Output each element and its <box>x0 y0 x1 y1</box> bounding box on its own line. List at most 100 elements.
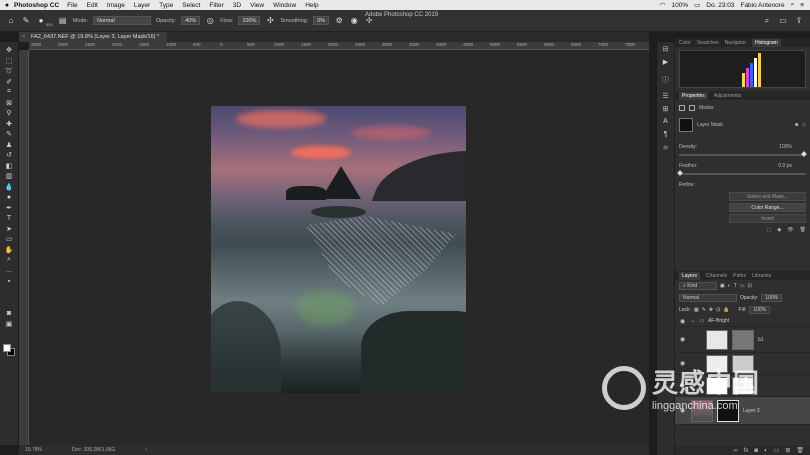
clone-stamp-tool-icon[interactable]: ♟ <box>3 140 15 151</box>
tab-layers[interactable]: Layers <box>679 271 701 280</box>
layer-mask-thumbnail[interactable] <box>717 399 739 422</box>
crop-tool-icon[interactable]: ⌗ <box>3 87 15 98</box>
feather-slider[interactable] <box>677 170 806 176</box>
pen-tool-icon[interactable]: ✒ <box>3 203 15 214</box>
tab-navigator[interactable]: Navigator <box>725 40 746 46</box>
density-value[interactable]: 100% <box>779 144 792 150</box>
hand-tool-icon[interactable]: ✋ <box>3 245 15 256</box>
adjustment-filter-icon[interactable]: ◐ <box>728 283 731 289</box>
load-selection-icon[interactable]: ⬚ <box>767 227 772 233</box>
layer-mask-thumbnail[interactable] <box>732 354 754 373</box>
opacity-field[interactable]: 40% <box>181 16 201 25</box>
canvas-area[interactable] <box>29 50 649 445</box>
lasso-tool-icon[interactable]: ➰ <box>3 66 15 77</box>
layer-name[interactable]: b1 <box>758 337 764 343</box>
menu-file[interactable]: File <box>67 2 77 9</box>
path-select-tool-icon[interactable]: ➤ <box>3 224 15 235</box>
pixel-filter-icon[interactable]: ▣ <box>720 283 725 289</box>
menu-type[interactable]: Type <box>159 2 173 9</box>
brush-tool-icon[interactable]: ✎ <box>21 16 31 26</box>
layer-opacity-field[interactable]: 100% <box>761 294 783 302</box>
frame-tool-icon[interactable]: ⊠ <box>3 98 15 109</box>
visibility-eye-icon[interactable]: ◉ <box>680 407 687 414</box>
eraser-tool-icon[interactable]: ◧ <box>3 161 15 172</box>
flow-field[interactable]: 100% <box>238 16 261 25</box>
share-icon[interactable]: ⇪ <box>794 16 804 26</box>
zoom-level[interactable]: 19.78% <box>25 447 42 453</box>
menu-filter[interactable]: Filter <box>209 2 223 9</box>
apple-menu-icon[interactable]: ● <box>0 2 14 9</box>
smoothing-settings-icon[interactable]: ⚙ <box>334 16 344 26</box>
pixel-mask-icon[interactable] <box>679 105 685 111</box>
chevron-down-icon[interactable]: ⌄ <box>691 318 695 324</box>
screen-mode-icon[interactable]: ▣ <box>3 319 15 330</box>
link-icon[interactable]: ∞ <box>733 448 737 454</box>
feather-slider-knob[interactable] <box>677 170 683 176</box>
select-mask-icon[interactable]: ◙ <box>795 122 798 128</box>
tab-swatches[interactable]: Swatches <box>697 40 719 46</box>
menu-view[interactable]: View <box>250 2 264 9</box>
character-icon[interactable]: A <box>663 118 668 128</box>
menu-image[interactable]: Image <box>107 2 125 9</box>
smart-filter-icon[interactable]: ⊡ <box>748 283 752 289</box>
tab-libraries[interactable]: Libraries <box>752 273 771 279</box>
fx-icon[interactable]: fx <box>744 448 749 454</box>
visibility-eye-icon[interactable]: ◉ <box>680 336 687 343</box>
lock-artboard-icon[interactable]: ⊡ <box>716 307 720 313</box>
pressure-opacity-icon[interactable]: ◎ <box>205 16 215 26</box>
document-tab[interactable]: × FA2_6437.NEF @ 19.8% (Layer 3, Layer M… <box>19 32 168 42</box>
marquee-tool-icon[interactable]: ⬚ <box>3 56 15 67</box>
app-name-menu[interactable]: Photoshop CC <box>14 2 59 9</box>
mode-select[interactable]: Normal <box>92 16 151 25</box>
history-icon[interactable]: ⊟ <box>663 45 669 55</box>
type-filter-icon[interactable]: T <box>734 283 737 289</box>
layer-name[interactable]: Layer 3 <box>743 408 760 414</box>
brush-tool-icon[interactable]: ✎ <box>3 129 15 140</box>
menu-list-icon[interactable]: ≡ <box>800 2 804 9</box>
visibility-eye-icon[interactable]: ◉ <box>680 318 687 325</box>
eyedropper-tool-icon[interactable]: ⚲ <box>3 108 15 119</box>
layer-mask-thumbnail[interactable] <box>732 376 754 395</box>
select-and-mask-button[interactable]: Select and Mask... <box>729 192 806 201</box>
doc-size[interactable]: Doc: 206.2M/1.06G <box>72 447 115 453</box>
menu-window[interactable]: Window <box>273 2 296 9</box>
layer-row[interactable]: ◉ b1 <box>675 327 810 353</box>
lock-pixels-icon[interactable]: ▦ <box>694 307 699 313</box>
add-vector-mask-icon[interactable]: ◇ <box>802 122 806 128</box>
blend-mode-select[interactable]: Normal <box>679 294 737 302</box>
invert-button[interactable]: Invert <box>729 214 806 223</box>
type-tool-icon[interactable]: T <box>3 213 15 224</box>
layer-mask-thumbnail[interactable] <box>732 329 754 350</box>
vector-mask-icon[interactable] <box>689 105 695 111</box>
gradient-tool-icon[interactable]: ▥ <box>3 171 15 182</box>
info-icon[interactable]: ⓘ <box>662 75 669 85</box>
tab-paths[interactable]: Paths <box>733 273 746 279</box>
menu-3d[interactable]: 3D <box>233 2 241 9</box>
layer-row-selected[interactable]: ◉ Layer 3 <box>675 397 810 425</box>
brush-preset-icon[interactable]: ● <box>36 16 46 26</box>
menu-select[interactable]: Select <box>182 2 200 9</box>
new-layer-icon[interactable]: ⊞ <box>785 447 790 454</box>
feather-value[interactable]: 0.0 px <box>778 163 792 169</box>
vertical-ruler[interactable] <box>19 50 29 445</box>
search-icon[interactable]: ⌕ <box>791 1 795 9</box>
lock-all-icon[interactable]: 🔒 <box>723 307 729 313</box>
tab-color[interactable]: Color <box>679 40 691 46</box>
layer-name[interactable]: AF-Bright <box>708 318 729 324</box>
tab-channels[interactable]: Channels <box>706 273 727 279</box>
add-mask-icon[interactable]: ◙ <box>754 448 758 454</box>
kind-filter-select[interactable]: ⌕ Kind <box>679 282 717 290</box>
menu-help[interactable]: Help <box>305 2 318 9</box>
layer-row[interactable]: ◉ <box>675 353 810 375</box>
color-range-button[interactable]: Color Range... <box>729 203 806 212</box>
clock[interactable]: Do. 23:03 <box>706 2 734 9</box>
smoothing-field[interactable]: 0% <box>313 16 330 25</box>
adjustments-icon[interactable]: ☰ <box>662 92 668 102</box>
layer-row[interactable]: ◉ <box>675 375 810 397</box>
quick-select-tool-icon[interactable]: ✐ <box>3 77 15 88</box>
blur-tool-icon[interactable]: 💧 <box>3 182 15 193</box>
home-icon[interactable]: ⌂ <box>6 16 16 26</box>
chevron-right-icon[interactable]: › <box>145 447 147 453</box>
search-icon[interactable]: ⌕ <box>762 16 772 26</box>
history-brush-tool-icon[interactable]: ↺ <box>3 150 15 161</box>
